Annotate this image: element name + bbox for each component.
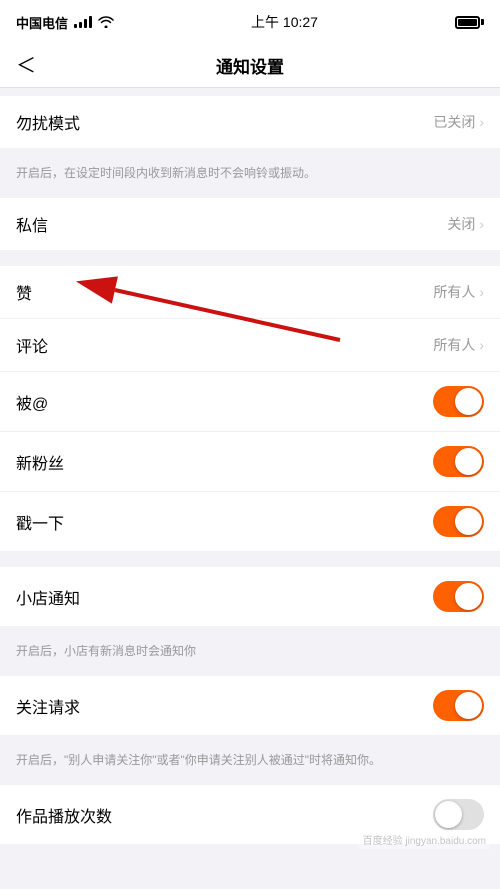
- label-slash: 戳一下: [16, 510, 64, 534]
- watermark-text: 百度经验 jingyan.baidu.com: [359, 830, 490, 849]
- label-new-fans: 新粉丝: [16, 450, 64, 474]
- section-follow: 关注请求: [0, 676, 500, 735]
- page-wrapper: 中国电信 上午 10:27 ＜ 通知设置: [0, 0, 500, 889]
- watermark: 百度经验 jingyan.baidu.com: [359, 830, 490, 849]
- row-likes[interactable]: 赞 所有人 ›: [0, 266, 500, 319]
- desc-dnd: 开启后，在设定时间段内收到新消息时不会响铃或振动。: [0, 156, 500, 190]
- section-interactions: 赞 所有人 › 评论 所有人 › 被@ 新粉丝: [0, 266, 500, 551]
- battery-icon: [455, 16, 484, 29]
- row-slash: 戳一下: [0, 492, 500, 551]
- row-mentioned: 被@: [0, 372, 500, 432]
- label-likes: 赞: [16, 280, 32, 304]
- chevron-dnd: ›: [479, 114, 484, 130]
- desc-shop: 开启后，小店有新消息时会通知你: [0, 634, 500, 668]
- toggle-play-count[interactable]: [433, 799, 484, 830]
- back-button[interactable]: ＜: [16, 56, 36, 76]
- value-dnd-mode: 已关闭 ›: [433, 112, 484, 132]
- desc-follow: 开启后，"别人申请关注你"或者"你申请关注别人被通过"时将通知你。: [0, 743, 500, 777]
- label-follow-request: 关注请求: [16, 694, 80, 718]
- label-shop-notify: 小店通知: [16, 585, 80, 609]
- toggle-mentioned[interactable]: [433, 386, 484, 417]
- wifi-icon: [98, 16, 114, 28]
- status-bar: 中国电信 上午 10:27: [0, 0, 500, 44]
- carrier-label: 中国电信: [16, 13, 68, 32]
- row-dnd-mode[interactable]: 勿扰模式 已关闭 ›: [0, 96, 500, 148]
- section-shop: 小店通知: [0, 567, 500, 626]
- label-play-count: 作品播放次数: [16, 803, 112, 827]
- label-mentioned: 被@: [16, 390, 48, 414]
- section-dnd: 勿扰模式 已关闭 ›: [0, 96, 500, 148]
- value-private: 关闭 ›: [447, 214, 484, 234]
- status-right: [455, 16, 484, 29]
- section-private: 私信 关闭 ›: [0, 198, 500, 250]
- chevron-likes: ›: [479, 284, 484, 300]
- chevron-private: ›: [479, 216, 484, 232]
- status-time: 上午 10:27: [251, 12, 318, 32]
- row-comments[interactable]: 评论 所有人 ›: [0, 319, 500, 372]
- status-left: 中国电信: [16, 13, 114, 32]
- toggle-new-fans[interactable]: [433, 446, 484, 477]
- label-private: 私信: [16, 212, 48, 236]
- settings-content: 勿扰模式 已关闭 › 开启后，在设定时间段内收到新消息时不会响铃或振动。 私信 …: [0, 88, 500, 844]
- toggle-follow-request[interactable]: [433, 690, 484, 721]
- signal-icon: [74, 16, 92, 28]
- row-follow-request: 关注请求: [0, 676, 500, 735]
- page-title: 通知设置: [216, 53, 284, 78]
- value-likes: 所有人 ›: [433, 282, 484, 302]
- toggle-shop-notify[interactable]: [433, 581, 484, 612]
- label-dnd-mode: 勿扰模式: [16, 110, 80, 134]
- chevron-comments: ›: [479, 337, 484, 353]
- toggle-slash[interactable]: [433, 506, 484, 537]
- value-comments: 所有人 ›: [433, 335, 484, 355]
- row-private-message[interactable]: 私信 关闭 ›: [0, 198, 500, 250]
- row-new-fans: 新粉丝: [0, 432, 500, 492]
- nav-bar: ＜ 通知设置: [0, 44, 500, 88]
- label-comments: 评论: [16, 333, 48, 357]
- row-shop-notify: 小店通知: [0, 567, 500, 626]
